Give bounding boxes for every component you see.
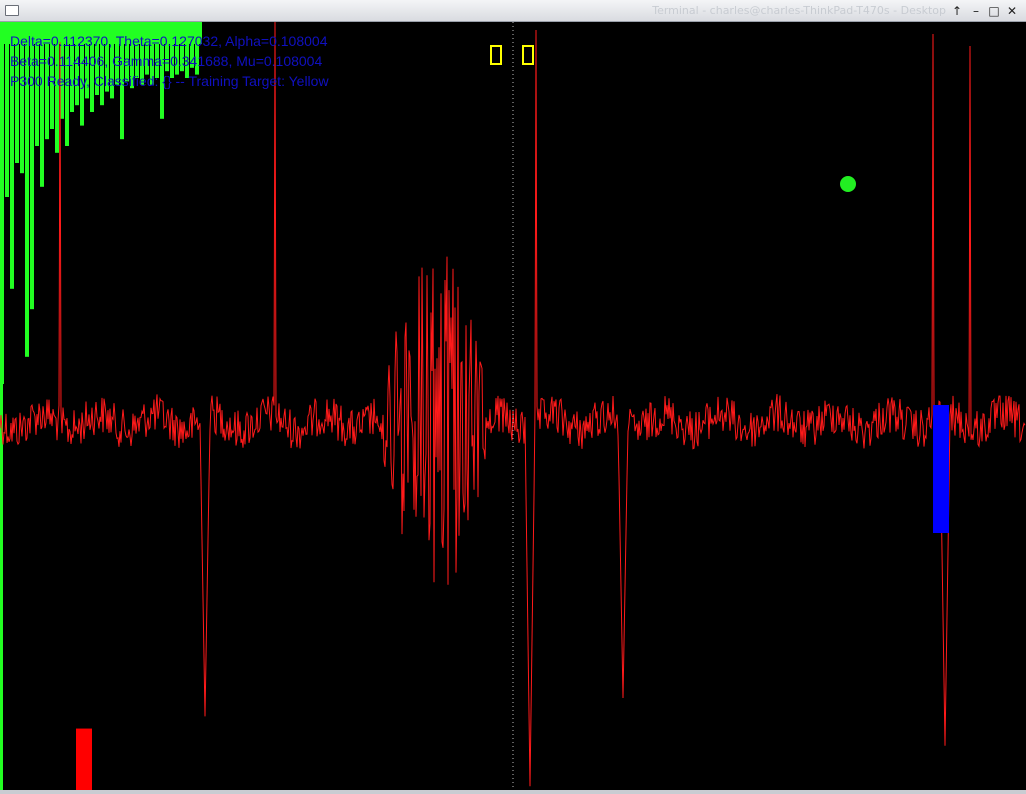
spectrum-left-edge: [0, 22, 3, 790]
spectrum-bar: [5, 22, 9, 197]
minimize-button[interactable]: –: [969, 4, 983, 18]
eeg-canvas: Delta=0.112370, Theta=0.127032, Alpha=0.…: [0, 22, 1026, 794]
eeg-signal-trace: [0, 22, 1026, 787]
spectrum-bar: [185, 22, 189, 78]
shade-icon[interactable]: ↑: [950, 4, 964, 18]
app-window-icon[interactable]: [5, 5, 19, 16]
target-box-2: [522, 45, 534, 65]
window-titlebar: Terminal - charles@charles-ThinkPad-T470…: [0, 0, 1026, 22]
spectrum-bar: [170, 22, 174, 78]
eeg-visualization: [0, 22, 1026, 790]
band-power-line-2: Beta=0.114406, Gamma=0.341688, Mu=0.1080…: [10, 53, 323, 69]
spectrum-bar: [155, 22, 159, 78]
p300-status-line: P300 Ready, Classified: {} -- Training T…: [10, 73, 329, 89]
close-button[interactable]: ✕: [1005, 4, 1019, 18]
spectrum-bar: [135, 22, 139, 78]
window-title: Terminal - charles@charles-ThinkPad-T470…: [652, 4, 946, 17]
target-box-1: [490, 45, 502, 65]
classifier-dot: [840, 176, 856, 192]
band-power-line-1: Delta=0.112370, Theta=0.127032, Alpha=0.…: [10, 33, 328, 49]
maximize-button[interactable]: □: [987, 4, 1001, 18]
window-bottom-border: [0, 790, 1026, 794]
p300-marker-bar: [933, 405, 949, 533]
signal-level-bar: [76, 728, 92, 790]
